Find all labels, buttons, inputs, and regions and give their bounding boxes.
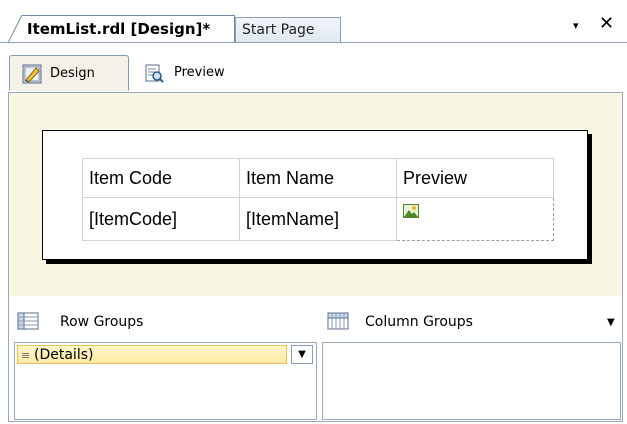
tablix[interactable]: Item Code Item Name Preview [ItemCode] […	[82, 158, 554, 241]
design-icon	[22, 64, 42, 84]
detail-cell-preview-image[interactable]	[396, 197, 554, 241]
tab-design[interactable]: Design	[9, 55, 129, 91]
frame-right-border	[622, 92, 623, 422]
group-item-dropdown-button[interactable]: ▼	[291, 345, 313, 364]
group-item-label: (Details)	[34, 347, 94, 363]
view-tab-bar: Design Preview	[9, 55, 623, 93]
frame-bottom-border	[8, 421, 623, 422]
table-row: [ItemCode] [ItemName]	[82, 197, 554, 241]
group-item-details[interactable]: ≡ (Details)	[17, 345, 287, 364]
preview-tab-label: Preview	[174, 65, 225, 80]
column-groups-pane[interactable]	[322, 342, 621, 420]
details-group-icon: ≡	[21, 349, 31, 362]
grouping-menu-dropdown-icon[interactable]: ▼	[607, 317, 615, 328]
row-groups-icon	[17, 312, 39, 330]
row-groups-pane[interactable]: ≡ (Details) ▼	[14, 342, 317, 420]
tab-strip-divider	[0, 42, 627, 43]
header-cell-preview[interactable]: Preview	[396, 158, 554, 198]
close-icon[interactable]: ✕	[599, 13, 614, 34]
column-groups-icon	[327, 312, 349, 330]
tab-itemlist-design[interactable]: ItemList.rdl [Design]*	[9, 15, 235, 42]
column-groups-label: Column Groups	[365, 314, 473, 330]
preview-icon	[145, 64, 164, 83]
image-placeholder-icon	[403, 204, 419, 218]
tab-start-page[interactable]: Start Page	[235, 17, 341, 42]
grouping-pane-header: Row Groups Column Groups ▼	[9, 306, 622, 338]
design-tab-label: Design	[50, 66, 95, 81]
header-cell-item-code[interactable]: Item Code	[82, 158, 240, 198]
tab-preview[interactable]: Preview	[136, 55, 256, 91]
table-header-row: Item Code Item Name Preview	[82, 158, 554, 198]
header-cell-item-name[interactable]: Item Name	[239, 158, 397, 198]
detail-cell-item-name[interactable]: [ItemName]	[239, 197, 397, 241]
row-groups-label: Row Groups	[60, 314, 144, 330]
window-position-dropdown-icon[interactable]: ▾	[573, 19, 579, 32]
detail-cell-item-code[interactable]: [ItemCode]	[82, 197, 240, 241]
document-tab-strip: ItemList.rdl [Design]* Start Page ▾ ✕	[0, 0, 627, 43]
